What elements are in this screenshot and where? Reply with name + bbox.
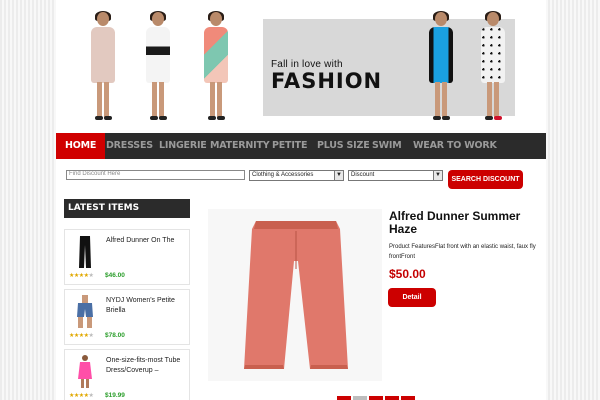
rating-stars: ★★★★★ [69,393,94,399]
detail-button[interactable]: Detail [388,288,436,307]
slider-dot[interactable] [337,396,351,400]
model-image [141,11,175,122]
search-discount-button[interactable]: SEARCH DISCOUNT [448,170,523,189]
latest-items-title: LATEST ITEMS [64,199,190,218]
nav-item-petite[interactable]: PETITE [272,133,307,159]
slider-dot[interactable] [369,396,383,400]
category-select[interactable]: Clothing & Accessories ▼ [249,170,344,181]
rating-stars: ★★★★★ [69,273,94,279]
header-banner[interactable]: Fall in love with FASHION [56,0,546,132]
banner-headline: FASHION [271,69,383,93]
product-image[interactable] [208,209,382,381]
model-image [199,11,233,122]
item-price: $78.00 [105,332,125,339]
slider-dot[interactable] [401,396,415,400]
model-image [424,11,458,122]
nav-item-dresses[interactable]: DRESSES [106,133,153,159]
item-title[interactable]: One-size-fits-most Tube Dress/Coverup – [106,356,188,376]
nav-item-home[interactable]: HOME [56,133,106,159]
discount-select-value: Discount [351,172,375,178]
list-item[interactable]: NYDJ Women's Petite Briella ★★★★★ $78.00 [64,289,190,345]
model-image [476,11,510,122]
item-title[interactable]: Alfred Dunner On The [106,236,188,246]
rating-stars: ★★★★★ [69,333,94,339]
nav-item-plus-size[interactable]: PLUS SIZE [317,133,370,159]
main-nav: HOME DRESSES LINGERIE MATERNITY PETITE P… [56,133,546,159]
nav-item-wear-to-work[interactable]: WEAR TO WORK [413,133,497,159]
search-input[interactable]: Find Discount Here [66,170,245,180]
product-thumbnail[interactable] [73,355,97,389]
item-price: $46.00 [105,272,125,279]
product-title[interactable]: Alfred Dunner Summer Haze [389,210,539,236]
product-thumbnail[interactable] [73,295,97,329]
chevron-down-icon: ▼ [433,171,442,180]
model-image [86,11,120,122]
nav-item-lingerie[interactable]: LINGERIE [159,133,207,159]
product-thumbnail[interactable] [73,235,97,269]
list-item[interactable]: Alfred Dunner On The ★★★★★ $46.00 [64,229,190,285]
category-select-value: Clothing & Accessories [252,172,314,178]
nav-item-maternity[interactable]: MATERNITY [210,133,270,159]
nav-item-swim[interactable]: SWIM [372,133,402,159]
page: Fall in love with FASHION HOME DRESSES L… [56,0,546,400]
chevron-down-icon: ▼ [334,171,343,180]
discount-select[interactable]: Discount ▼ [348,170,443,181]
slider-dot[interactable] [385,396,399,400]
item-price: $19.99 [105,392,125,399]
list-item[interactable]: One-size-fits-most Tube Dress/Coverup – … [64,349,190,400]
product-price: $50.00 [389,267,426,281]
item-title[interactable]: NYDJ Women's Petite Briella [106,296,188,316]
product-description: Product FeaturesFlat front with an elast… [389,244,536,260]
slider-dot[interactable] [353,396,367,400]
